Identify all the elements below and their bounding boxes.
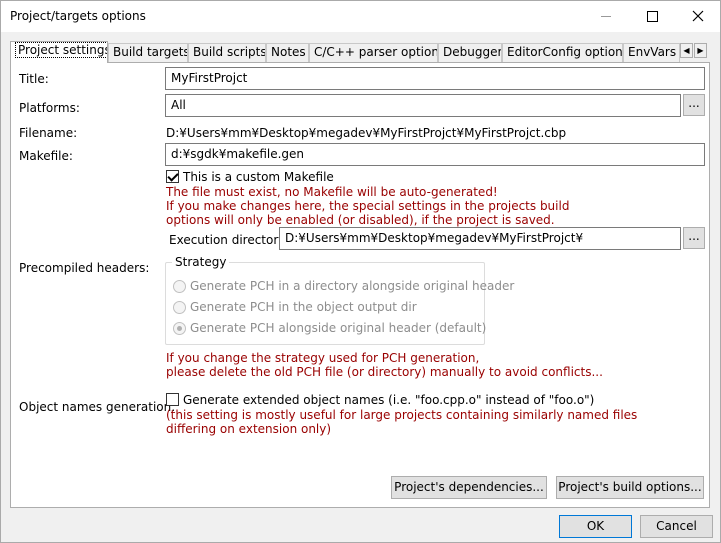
arrow-right-icon: ▶ (697, 46, 704, 55)
strategy-groupbox: Strategy Generate PCH in a directory alo… (165, 255, 514, 345)
custom-makefile-checkbox[interactable] (166, 170, 179, 183)
exec-dir-label: Execution directory: (169, 233, 289, 247)
cancel-button[interactable]: Cancel (640, 515, 713, 538)
title-label: Title: (19, 72, 49, 86)
pch-note-2: please delete the old PCH file (or direc… (166, 365, 603, 379)
window-title: Project/targets options (10, 9, 146, 23)
platforms-input[interactable]: All (165, 94, 681, 117)
filename-value: D:¥Users¥mm¥Desktop¥megadev¥MyFirstProjc… (166, 126, 567, 140)
objnames-note-2: differing on extension only) (166, 422, 332, 436)
pch-radio-object-dir[interactable] (173, 301, 186, 314)
platforms-browse-button[interactable]: ... (683, 94, 705, 116)
tab-cpp-parser-options[interactable]: C/C++ parser options (309, 43, 438, 62)
close-button[interactable] (675, 1, 721, 32)
makefile-label: Makefile: (19, 149, 73, 163)
arrow-left-icon: ◀ (683, 46, 690, 55)
pch-option-alongside-label: Generate PCH alongside original header (… (190, 321, 487, 335)
close-icon (692, 10, 704, 22)
tab-debugger[interactable]: Debugger (438, 43, 502, 62)
dialog-window: Project/targets options Project settings… (0, 0, 721, 543)
pch-label: Precompiled headers: (19, 261, 150, 275)
tab-scroll-right-button[interactable]: ▶ (694, 43, 707, 58)
pch-radio-alongside[interactable] (173, 322, 186, 335)
objnames-check-label: Generate extended object names (i.e. "fo… (183, 393, 595, 407)
tab-project-settings[interactable]: Project settings (10, 41, 108, 63)
tab-strip: Project settings Build targets Build scr… (10, 41, 710, 63)
strategy-legend: Strategy (172, 255, 230, 269)
pch-radio-directory[interactable] (173, 280, 186, 293)
project-dependencies-button[interactable]: Project's dependencies... (391, 476, 547, 499)
tab-editorconfig-options[interactable]: EditorConfig options (502, 43, 623, 62)
tab-envvars[interactable]: EnvVars (623, 43, 680, 62)
makefile-note-3: options will only be enabled (or disable… (166, 213, 555, 227)
makefile-note-2: If you make changes here, the special se… (166, 199, 570, 213)
pch-option-directory-label: Generate PCH in a directory alongside or… (190, 279, 515, 293)
minimize-button[interactable] (583, 1, 629, 32)
objnames-checkbox[interactable] (166, 393, 179, 406)
platforms-label: Platforms: (19, 101, 80, 115)
filename-label: Filename: (19, 126, 78, 140)
tab-scroll-left-button[interactable]: ◀ (680, 43, 693, 58)
project-settings-panel: Title: MyFirstProjct Platforms: All ... … (10, 62, 710, 508)
tab-build-scripts[interactable]: Build scripts (188, 43, 266, 62)
makefile-input[interactable]: d:¥sgdk¥makefile.gen (165, 143, 705, 166)
ok-button[interactable]: OK (559, 515, 632, 538)
title-input[interactable]: MyFirstProjct (165, 67, 705, 90)
tab-build-targets[interactable]: Build targets (108, 43, 188, 62)
project-build-options-button[interactable]: Project's build options... (556, 476, 704, 499)
pch-option-object-dir-label: Generate PCH in the object output dir (190, 300, 417, 314)
tab-notes[interactable]: Notes (266, 43, 309, 62)
maximize-button[interactable] (629, 1, 675, 32)
exec-dir-browse-button[interactable]: ... (683, 227, 705, 249)
makefile-note-1: The file must exist, no Makefile will be… (166, 185, 498, 199)
objnames-note-1: (this setting is mostly useful for large… (166, 408, 638, 422)
custom-makefile-label: This is a custom Makefile (183, 170, 334, 184)
pch-note-1: If you change the strategy used for PCH … (166, 351, 480, 365)
objnames-label: Object names generation: (19, 400, 176, 414)
exec-dir-input[interactable]: D:¥Users¥mm¥Desktop¥megadev¥MyFirstProjc… (279, 227, 681, 250)
title-bar: Project/targets options (1, 1, 720, 32)
